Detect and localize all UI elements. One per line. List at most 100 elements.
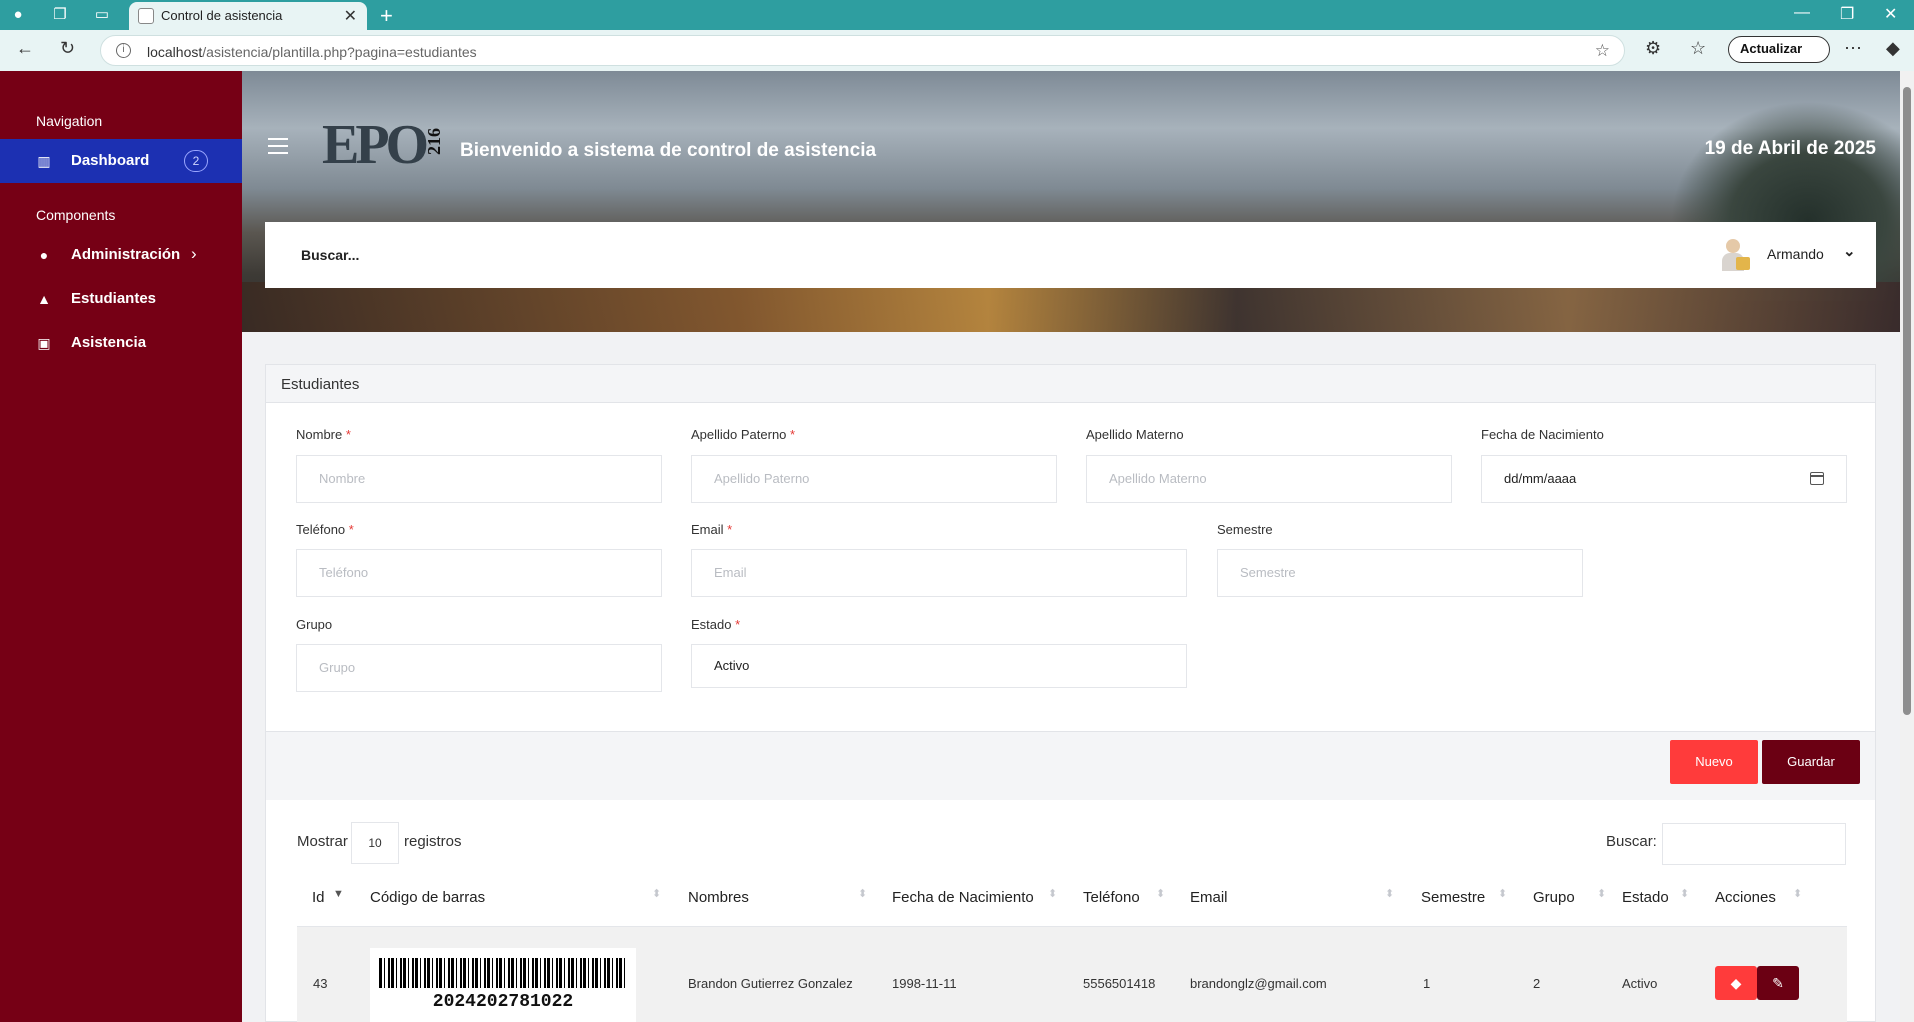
cell-nombres: Brandon Gutierrez Gonzalez [688, 976, 853, 991]
sort-icon[interactable]: ⬍ [1048, 889, 1057, 900]
barcode-image: 2024202781022 [370, 948, 636, 1022]
sidebar: Navigation ▥ Dashboard 2 Components ● Ad… [0, 71, 242, 1022]
column-header-semestre[interactable]: Semestre [1421, 889, 1485, 906]
apellido-paterno-input[interactable]: Apellido Paterno [691, 455, 1057, 503]
user-name[interactable]: Armando [1767, 246, 1824, 262]
sidebar-heading-components: Components [36, 207, 116, 223]
menu-toggle-icon[interactable] [268, 138, 288, 154]
minimize-icon[interactable]: — [1794, 4, 1810, 22]
apellido-materno-input[interactable]: Apellido Materno [1086, 455, 1452, 503]
browser-tab-strip: ● ❐ ▭ Control de asistencia ✕ + — ❐ ✕ [0, 0, 1914, 30]
column-header-id[interactable]: Id [312, 889, 325, 906]
close-window-icon[interactable]: ✕ [1884, 4, 1897, 24]
students-table-card: Mostrar 10 registros Buscar: Id ▼ Código… [265, 800, 1876, 1022]
back-icon[interactable]: ← [16, 38, 34, 59]
nuevo-button[interactable]: Nuevo [1670, 740, 1758, 784]
nombre-input[interactable]: Nombre [296, 455, 662, 503]
cell-email: brandonglz@gmail.com [1190, 976, 1327, 991]
email-input[interactable]: Email [691, 549, 1187, 597]
tab-title: Control de asistencia [161, 8, 283, 23]
scrollbar-thumb[interactable] [1903, 87, 1911, 715]
telefono-input[interactable]: Teléfono [296, 549, 662, 597]
card-title: Estudiantes [281, 376, 360, 393]
edit-button[interactable]: ✎ [1757, 966, 1799, 1000]
chevron-right-icon: › [191, 244, 197, 263]
estado-select[interactable]: Activo [691, 644, 1187, 688]
label-apellido-paterno: Apellido Paterno * [691, 427, 796, 442]
new-tab-icon[interactable]: + [380, 3, 393, 29]
favorite-star-icon[interactable]: ☆ [1595, 41, 1610, 61]
show-label: Mostrar [297, 833, 348, 850]
barcode-number: 2024202781022 [432, 992, 574, 1012]
top-bar: Buscar... Armando ⌄ [265, 222, 1876, 288]
student-form-card: Estudiantes Nombre * Nombre Apellido Pat… [265, 364, 1876, 801]
table-search-input[interactable] [1662, 823, 1846, 865]
extensions-icon[interactable]: ⚙ [1645, 38, 1661, 59]
refresh-icon[interactable]: ↻ [60, 38, 75, 59]
column-header-acciones[interactable]: Acciones [1715, 889, 1776, 906]
sidebar-item-label: Asistencia [71, 334, 147, 351]
column-header-email[interactable]: Email [1190, 889, 1228, 906]
tab-actions-icon[interactable]: ▭ [92, 5, 112, 25]
page-size-select[interactable]: 10 [351, 822, 399, 864]
calendar-icon[interactable] [1810, 472, 1824, 485]
update-button[interactable]: Actualizar [1728, 36, 1830, 63]
sidebar-item-label: Administración [71, 246, 181, 263]
sort-icon[interactable]: ⬍ [1385, 889, 1394, 900]
label-telefono: Teléfono * [296, 522, 354, 537]
profile-icon[interactable]: ● [8, 5, 28, 25]
copilot-icon[interactable]: ◆ [1886, 38, 1900, 59]
column-header-estado[interactable]: Estado [1622, 889, 1669, 906]
grupo-input[interactable]: Grupo [296, 644, 662, 692]
browser-tab[interactable]: Control de asistencia ✕ [129, 2, 367, 30]
label-apellido-materno: Apellido Materno [1086, 427, 1184, 442]
chevron-down-icon[interactable]: ⌄ [1843, 242, 1856, 260]
sort-desc-icon[interactable]: ▼ [333, 889, 344, 900]
edit-icon: ✎ [1772, 975, 1784, 991]
calendar-icon: ▣ [37, 335, 51, 351]
sidebar-item-estudiantes[interactable]: ▲ Estudiantes [0, 277, 242, 321]
fecha-nacimiento-input[interactable]: dd/mm/aaaa [1481, 455, 1847, 503]
guardar-button[interactable]: Guardar [1762, 740, 1860, 784]
address-field[interactable]: i localhost/asistencia/plantilla.php?pag… [100, 35, 1625, 66]
page-scrollbar[interactable] [1900, 71, 1914, 1022]
search-link[interactable]: Buscar... [301, 247, 359, 263]
column-header-barcode[interactable]: Código de barras [370, 889, 485, 906]
more-menu-icon[interactable]: ⋯ [1844, 38, 1862, 59]
sort-icon[interactable]: ⬍ [1793, 889, 1802, 900]
sort-icon[interactable]: ⬍ [1597, 889, 1606, 900]
workspaces-icon[interactable]: ❐ [50, 5, 70, 25]
label-fecha-nacimiento: Fecha de Nacimiento [1481, 427, 1604, 442]
favorites-icon[interactable]: ☆ [1690, 38, 1706, 59]
user-avatar[interactable] [1720, 237, 1752, 273]
sort-icon[interactable]: ⬍ [1498, 889, 1507, 900]
cell-grupo: 2 [1533, 976, 1541, 991]
column-header-telefono[interactable]: Teléfono [1083, 889, 1140, 906]
sidebar-item-administracion[interactable]: ● Administración › [0, 233, 242, 277]
welcome-title: Bienvenido a sistema de control de asist… [460, 140, 877, 161]
site-info-icon[interactable]: i [116, 43, 131, 58]
sort-icon[interactable]: ⬍ [1680, 889, 1689, 900]
sort-icon[interactable]: ⬍ [1156, 889, 1165, 900]
label-grupo: Grupo [296, 617, 333, 632]
sidebar-item-label: Dashboard [71, 152, 150, 169]
banner-buildings [242, 282, 1900, 332]
column-header-grupo[interactable]: Grupo [1533, 889, 1575, 906]
graduation-cap-icon: ▲ [37, 291, 51, 307]
user-circle-icon: ● [39, 247, 49, 263]
sort-icon[interactable]: ⬍ [652, 889, 661, 900]
column-header-fecha[interactable]: Fecha de Nacimiento [892, 889, 1034, 906]
column-header-nombres[interactable]: Nombres [688, 889, 749, 906]
school-logo-number: 216 [424, 128, 444, 155]
semestre-input[interactable]: Semestre [1217, 549, 1583, 597]
restore-icon[interactable]: ❐ [1840, 4, 1854, 24]
label-nombre: Nombre * [296, 427, 351, 442]
card-header: Estudiantes [266, 365, 1875, 403]
table-search-label: Buscar: [1606, 833, 1657, 850]
records-label: registros [404, 833, 462, 850]
sidebar-item-dashboard[interactable]: ▥ Dashboard 2 [0, 139, 242, 183]
sort-icon[interactable]: ⬍ [858, 889, 867, 900]
sidebar-item-asistencia[interactable]: ▣ Asistencia [0, 321, 242, 365]
close-tab-icon[interactable]: ✕ [344, 6, 357, 26]
delete-button[interactable]: ◆ [1715, 966, 1757, 1000]
